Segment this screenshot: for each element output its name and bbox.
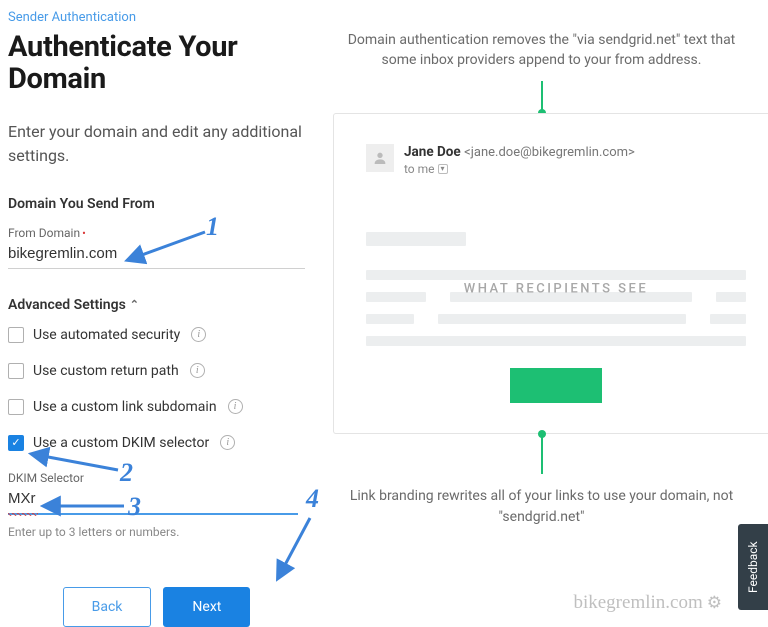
spellcheck-underline [8, 513, 38, 516]
checkbox-unchecked[interactable] [8, 399, 24, 415]
recipients-see-label: WHAT RECIPIENTS SEE [464, 281, 649, 296]
option-label: Use automated security [33, 327, 180, 343]
checkbox-unchecked[interactable] [8, 327, 24, 343]
chevron-up-icon: ⌃ [130, 298, 139, 311]
option-label: Use a custom DKIM selector [33, 435, 209, 451]
from-domain-label: From Domain• [8, 226, 305, 240]
page-subtitle: Enter your domain and edit any additiona… [8, 120, 305, 168]
next-button[interactable]: Next [163, 587, 250, 627]
dkim-selector-input[interactable] [8, 487, 298, 515]
info-icon[interactable]: i [191, 327, 206, 342]
page-title: Authenticate Your Domain [8, 31, 305, 96]
checkbox-checked[interactable]: ✓ [8, 435, 24, 451]
from-domain-input[interactable] [8, 242, 305, 269]
feedback-tab[interactable]: Feedback [738, 524, 768, 610]
sender-email: <jane.doe@bikegremlin.com> [464, 145, 635, 160]
breadcrumb[interactable]: Sender Authentication [8, 10, 305, 25]
email-body-skeleton: WHAT RECIPIENTS SEE [366, 232, 746, 346]
watermark: bikegremlin.com ⚙ [573, 592, 722, 614]
option-return-path[interactable]: Use custom return path i [8, 363, 305, 379]
connector-line [541, 81, 543, 113]
preview-cta-button [510, 368, 602, 403]
back-button[interactable]: Back [63, 587, 152, 627]
gear-icon: ⚙ [707, 593, 722, 613]
info-icon[interactable]: i [228, 399, 243, 414]
dropdown-icon: ▾ [438, 164, 448, 174]
dkim-helper-text: Enter up to 3 letters or numbers. [8, 525, 305, 539]
option-label: Use a custom link subdomain [33, 399, 217, 415]
domain-auth-description: Domain authentication removes the "via s… [315, 30, 768, 81]
info-icon[interactable]: i [220, 435, 235, 450]
option-automated-security[interactable]: Use automated security i [8, 327, 305, 343]
link-branding-description: Link branding rewrites all of your links… [315, 474, 768, 540]
email-preview-card: Jane Doe <jane.doe@bikegremlin.com> to m… [333, 113, 768, 434]
info-icon[interactable]: i [190, 363, 205, 378]
domain-section-label: Domain You Send From [8, 196, 305, 212]
dkim-selector-label: DKIM Selector [8, 471, 305, 485]
to-line: to me ▾ [404, 162, 635, 176]
avatar-icon [366, 144, 394, 172]
option-link-subdomain[interactable]: Use a custom link subdomain i [8, 399, 305, 415]
advanced-settings-toggle[interactable]: Advanced Settings ⌃ [8, 297, 305, 313]
sender-name: Jane Doe [404, 144, 461, 160]
option-label: Use custom return path [33, 363, 179, 379]
checkbox-unchecked[interactable] [8, 363, 24, 379]
option-dkim-selector[interactable]: ✓ Use a custom DKIM selector i [8, 435, 305, 451]
connector-line [541, 434, 543, 474]
